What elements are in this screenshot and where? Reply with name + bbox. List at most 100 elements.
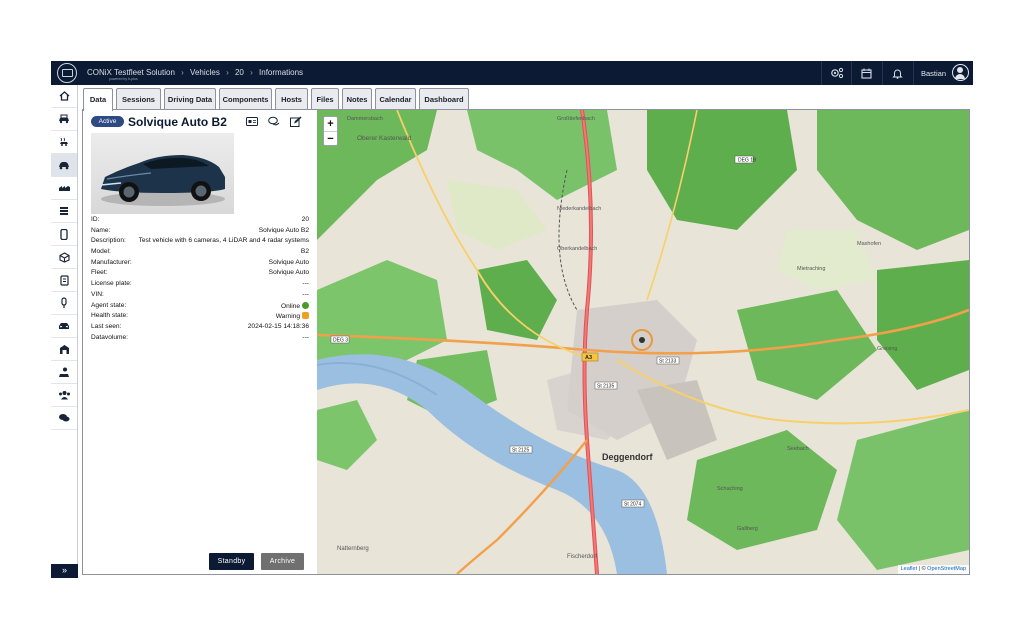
property-fleet: Fleet: Solvique Auto bbox=[91, 269, 309, 280]
warning-icon[interactable] bbox=[302, 312, 309, 320]
list-icon bbox=[60, 207, 68, 215]
property-label: Health state: bbox=[91, 312, 129, 320]
property-value: Test vehicle with 6 cameras, 4 LiDAR and… bbox=[138, 237, 309, 245]
sidebar-item-components[interactable] bbox=[51, 246, 77, 269]
sidebar: » bbox=[51, 85, 78, 578]
road-label: St 2135 bbox=[597, 384, 614, 390]
breadcrumb-vehicles[interactable]: Vehicles bbox=[190, 68, 220, 77]
map-label: Oberkandelbach bbox=[557, 246, 597, 252]
property-label: ID: bbox=[91, 216, 100, 223]
tab-dashboard[interactable]: Dashboard bbox=[419, 88, 469, 110]
leaflet-link[interactable]: Leaflet bbox=[901, 566, 918, 572]
sidebar-item-car[interactable] bbox=[51, 154, 77, 177]
sidebar-item-car-wash[interactable] bbox=[51, 131, 77, 154]
property-value: 20 bbox=[301, 216, 309, 223]
map-label: Greising bbox=[877, 346, 897, 352]
content-panel: Active Solvique Auto B2 ID: 20 Name: Sol… bbox=[82, 109, 970, 575]
property-name: Name: Solvique Auto B2 bbox=[91, 227, 309, 238]
road-label: DEG 3 bbox=[333, 338, 348, 344]
road-label: St 2125 bbox=[512, 448, 529, 454]
property-manufacturer: Manufacturer: Solvique Auto bbox=[91, 259, 309, 270]
username[interactable]: Bastian bbox=[921, 69, 946, 78]
zoom-in-button[interactable]: + bbox=[324, 117, 337, 131]
map-view[interactable]: Oberer Kasterwald Dammersbach Großtiefen… bbox=[317, 110, 969, 574]
sidebar-item-storage[interactable] bbox=[51, 269, 77, 292]
road-label: DEG 19 bbox=[738, 158, 756, 164]
property-datavolume: Datavolume: --- bbox=[91, 334, 309, 345]
sidebar-item-garage[interactable] bbox=[51, 338, 77, 361]
tab-sessions[interactable]: Sessions bbox=[116, 88, 161, 110]
tab-hosts[interactable]: Hosts bbox=[275, 88, 308, 110]
vehicle-properties: ID: 20 Name: Solvique Auto B2 Description:… bbox=[91, 216, 309, 344]
property-value: B2 bbox=[300, 248, 309, 256]
breadcrumb-separator-icon: › bbox=[181, 68, 184, 77]
sidebar-item-list[interactable] bbox=[51, 200, 77, 223]
map-city-label: Deggendorf bbox=[602, 452, 654, 462]
car-icon bbox=[59, 161, 69, 169]
settings-button[interactable] bbox=[821, 61, 851, 85]
map-label: Seebach bbox=[787, 446, 809, 452]
property-label: Manufacturer: bbox=[91, 258, 132, 266]
property-label: Fleet: bbox=[91, 269, 108, 277]
sidebar-item-drivers[interactable] bbox=[51, 361, 77, 384]
tab-driving-data[interactable]: Driving Data bbox=[164, 88, 216, 110]
user-icon[interactable] bbox=[952, 64, 969, 81]
sidebar-item-devices[interactable] bbox=[51, 223, 77, 246]
fleet-icon bbox=[58, 186, 70, 191]
tab-calendar[interactable]: Calendar bbox=[375, 88, 416, 110]
breadcrumb-separator-icon: › bbox=[226, 68, 229, 77]
property-last-seen: Last seen: 2024-02-15 14:18:36 bbox=[91, 323, 309, 334]
map-label: Mietraching bbox=[797, 266, 825, 272]
comments-icon[interactable] bbox=[268, 116, 280, 127]
double-chevron-right-icon: » bbox=[61, 565, 67, 575]
calendar-button[interactable] bbox=[851, 61, 881, 85]
archive-button[interactable]: Archive bbox=[261, 553, 304, 570]
vehicle-image bbox=[91, 133, 234, 214]
map-tiles[interactable]: Oberer Kasterwald Dammersbach Großtiefen… bbox=[317, 110, 969, 574]
phone-icon bbox=[60, 228, 68, 240]
sensor-icon bbox=[61, 297, 67, 308]
tab-data[interactable]: Data bbox=[83, 88, 113, 111]
zoom-out-button[interactable]: − bbox=[324, 131, 337, 145]
notifications-button[interactable] bbox=[882, 61, 912, 85]
property-value: --- bbox=[302, 333, 309, 341]
sidebar-item-vehicles[interactable] bbox=[51, 108, 77, 131]
property-value: 2024-02-15 14:18:36 bbox=[247, 322, 309, 330]
app-name[interactable]: CONiX Testfleet Solution bbox=[87, 68, 175, 77]
user-menu[interactable]: Bastian bbox=[913, 61, 973, 85]
property-value: --- bbox=[302, 280, 309, 288]
map-label: Schaching bbox=[717, 486, 743, 492]
standby-button[interactable]: Standby bbox=[209, 553, 254, 570]
monitor-logo-icon[interactable] bbox=[57, 63, 77, 83]
edit-icon[interactable] bbox=[290, 116, 302, 127]
storage-icon bbox=[59, 274, 69, 286]
osm-link[interactable]: OpenStreetMap bbox=[927, 566, 966, 572]
top-bar: CONiX Testfleet Solution › Vehicles › 20… bbox=[51, 61, 973, 85]
sidebar-item-car-front[interactable] bbox=[51, 315, 77, 338]
property-model: Model: B2 bbox=[91, 248, 309, 259]
sidebar-item-fleet[interactable] bbox=[51, 177, 77, 200]
sidebar-item-home[interactable] bbox=[51, 85, 77, 108]
sidebar-item-messages[interactable] bbox=[51, 407, 77, 430]
tab-files[interactable]: Files bbox=[311, 88, 339, 110]
vehicle-card-icon[interactable] bbox=[246, 116, 258, 127]
map-label: Großtiefenbach bbox=[557, 116, 595, 122]
property-vin: VIN: --- bbox=[91, 291, 309, 302]
bell-icon bbox=[892, 69, 903, 79]
tab-notes[interactable]: Notes bbox=[342, 88, 372, 110]
attribution-separator: | © bbox=[917, 566, 928, 572]
property-value: Solvique Auto bbox=[268, 269, 309, 277]
property-label: Last seen: bbox=[91, 322, 122, 330]
status-badge: Active bbox=[91, 116, 124, 127]
breadcrumb-vehicle-id[interactable]: 20 bbox=[235, 68, 244, 77]
property-value: Online bbox=[280, 302, 300, 310]
expand-sidebar-button[interactable]: » bbox=[51, 564, 78, 578]
tab-components[interactable]: Components bbox=[219, 88, 272, 110]
sidebar-item-users[interactable] bbox=[51, 384, 77, 407]
sidebar-item-sensors[interactable] bbox=[51, 292, 77, 315]
car-illustration bbox=[100, 155, 225, 206]
property-agent-state: Agent state: Online bbox=[91, 301, 309, 313]
property-license-plate: License plate: --- bbox=[91, 280, 309, 291]
property-label: Name: bbox=[91, 226, 111, 234]
users-icon bbox=[58, 391, 70, 400]
